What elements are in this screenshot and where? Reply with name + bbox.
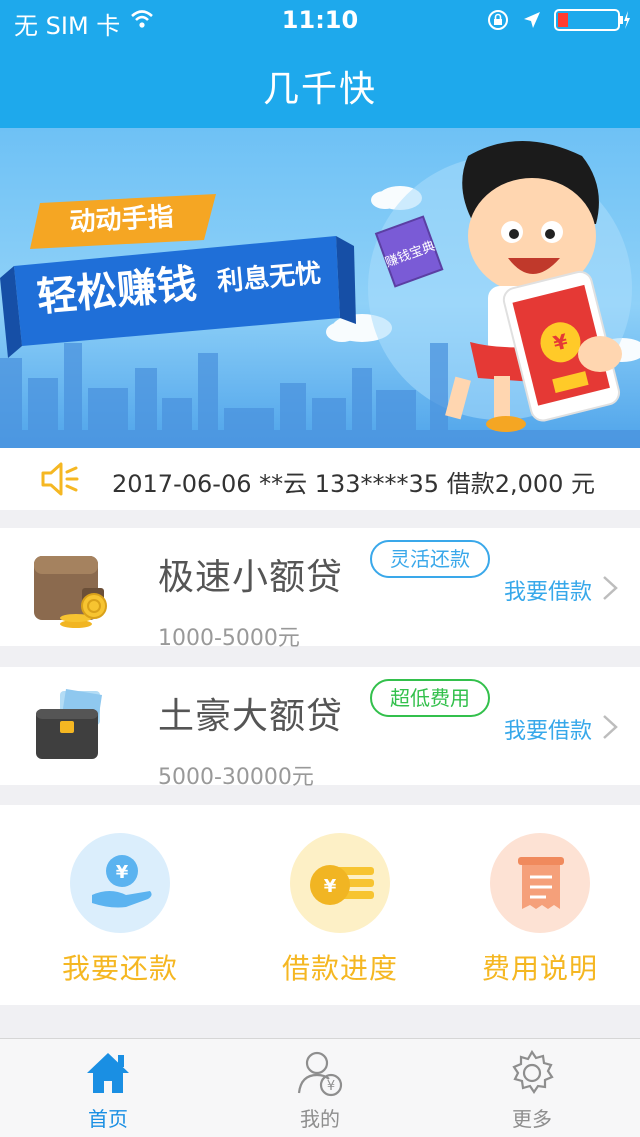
- loan-card-small[interactable]: 极速小额贷 灵活还款 1000-5000元 我要借款: [0, 528, 640, 651]
- loan-name: 极速小额贷: [158, 557, 344, 598]
- loan-tag: 灵活还款: [370, 540, 490, 578]
- home-icon: [87, 1053, 129, 1093]
- quick-label: 费用说明: [481, 952, 598, 985]
- tab-mine[interactable]: ¥ 我的: [260, 1049, 380, 1132]
- tab-label: 我的: [300, 1107, 340, 1131]
- svg-text:¥: ¥: [327, 1079, 335, 1094]
- coin-stack-icon: ¥: [290, 833, 390, 933]
- status-bar: 无 SIM 卡 11:10: [0, 0, 640, 40]
- quick-actions: ¥ 我要还款 ¥ 借款进度 费用说明: [0, 805, 640, 1005]
- svg-text:¥: ¥: [116, 862, 129, 883]
- quick-label: 借款进度: [281, 952, 398, 985]
- quick-item-repay[interactable]: ¥ 我要还款: [20, 833, 220, 987]
- loan-card-large[interactable]: 土豪大额贷 超低费用 5000-30000元 我要借款: [0, 667, 640, 790]
- gear-icon: [512, 1049, 554, 1094]
- banner-illustration: 赚钱宝典 ¥ 动动手指 轻松赚钱 利息无忧: [0, 141, 640, 448]
- location-arrow-icon: [524, 12, 540, 28]
- hand-coin-icon: ¥: [70, 833, 170, 933]
- user-coin-icon: ¥: [297, 1051, 343, 1097]
- borrow-button[interactable]: 我要借款: [504, 574, 592, 606]
- banner-tag: 动动手指: [69, 202, 174, 237]
- rotation-lock-icon: [488, 10, 508, 30]
- battery-icon: [554, 9, 630, 31]
- tab-label: 更多: [512, 1107, 552, 1131]
- tab-bar: 首页 ¥ 我的 更多: [0, 1038, 640, 1137]
- wallet-icon: [34, 556, 107, 628]
- loan-amount-range: 1000-5000元: [158, 626, 300, 651]
- loan-name: 土豪大额贷: [158, 696, 344, 737]
- quick-item-progress[interactable]: ¥ 借款进度: [240, 833, 440, 987]
- tab-home[interactable]: 首页: [48, 1049, 168, 1132]
- chevron-right-icon[interactable]: [600, 574, 620, 602]
- loan-notice-strip: 2017-06-06 **云 133****35 借款2,000 元: [0, 448, 640, 510]
- chevron-right-icon[interactable]: [600, 713, 620, 741]
- page-title: 几千快: [262, 69, 377, 110]
- tab-more[interactable]: 更多: [472, 1049, 592, 1132]
- navigation-bar: 几千快: [0, 40, 640, 128]
- borrow-button[interactable]: 我要借款: [504, 713, 592, 745]
- promo-banner[interactable]: 赚钱宝典 ¥ 动动手指 轻松赚钱 利息无忧: [0, 128, 640, 448]
- loan-amount-range: 5000-30000元: [158, 765, 314, 790]
- quick-label: 我要还款: [61, 952, 178, 985]
- notice-text: 2017-06-06 **云 133****35 借款2,000 元: [112, 470, 596, 498]
- quick-item-fees[interactable]: 费用说明: [440, 833, 640, 987]
- receipt-icon: [490, 833, 590, 933]
- svg-text:¥: ¥: [324, 876, 337, 897]
- loan-tag: 超低费用: [370, 679, 490, 717]
- briefcase-icon: [36, 689, 102, 759]
- tab-label: 首页: [88, 1107, 128, 1131]
- speaker-icon: [41, 462, 79, 496]
